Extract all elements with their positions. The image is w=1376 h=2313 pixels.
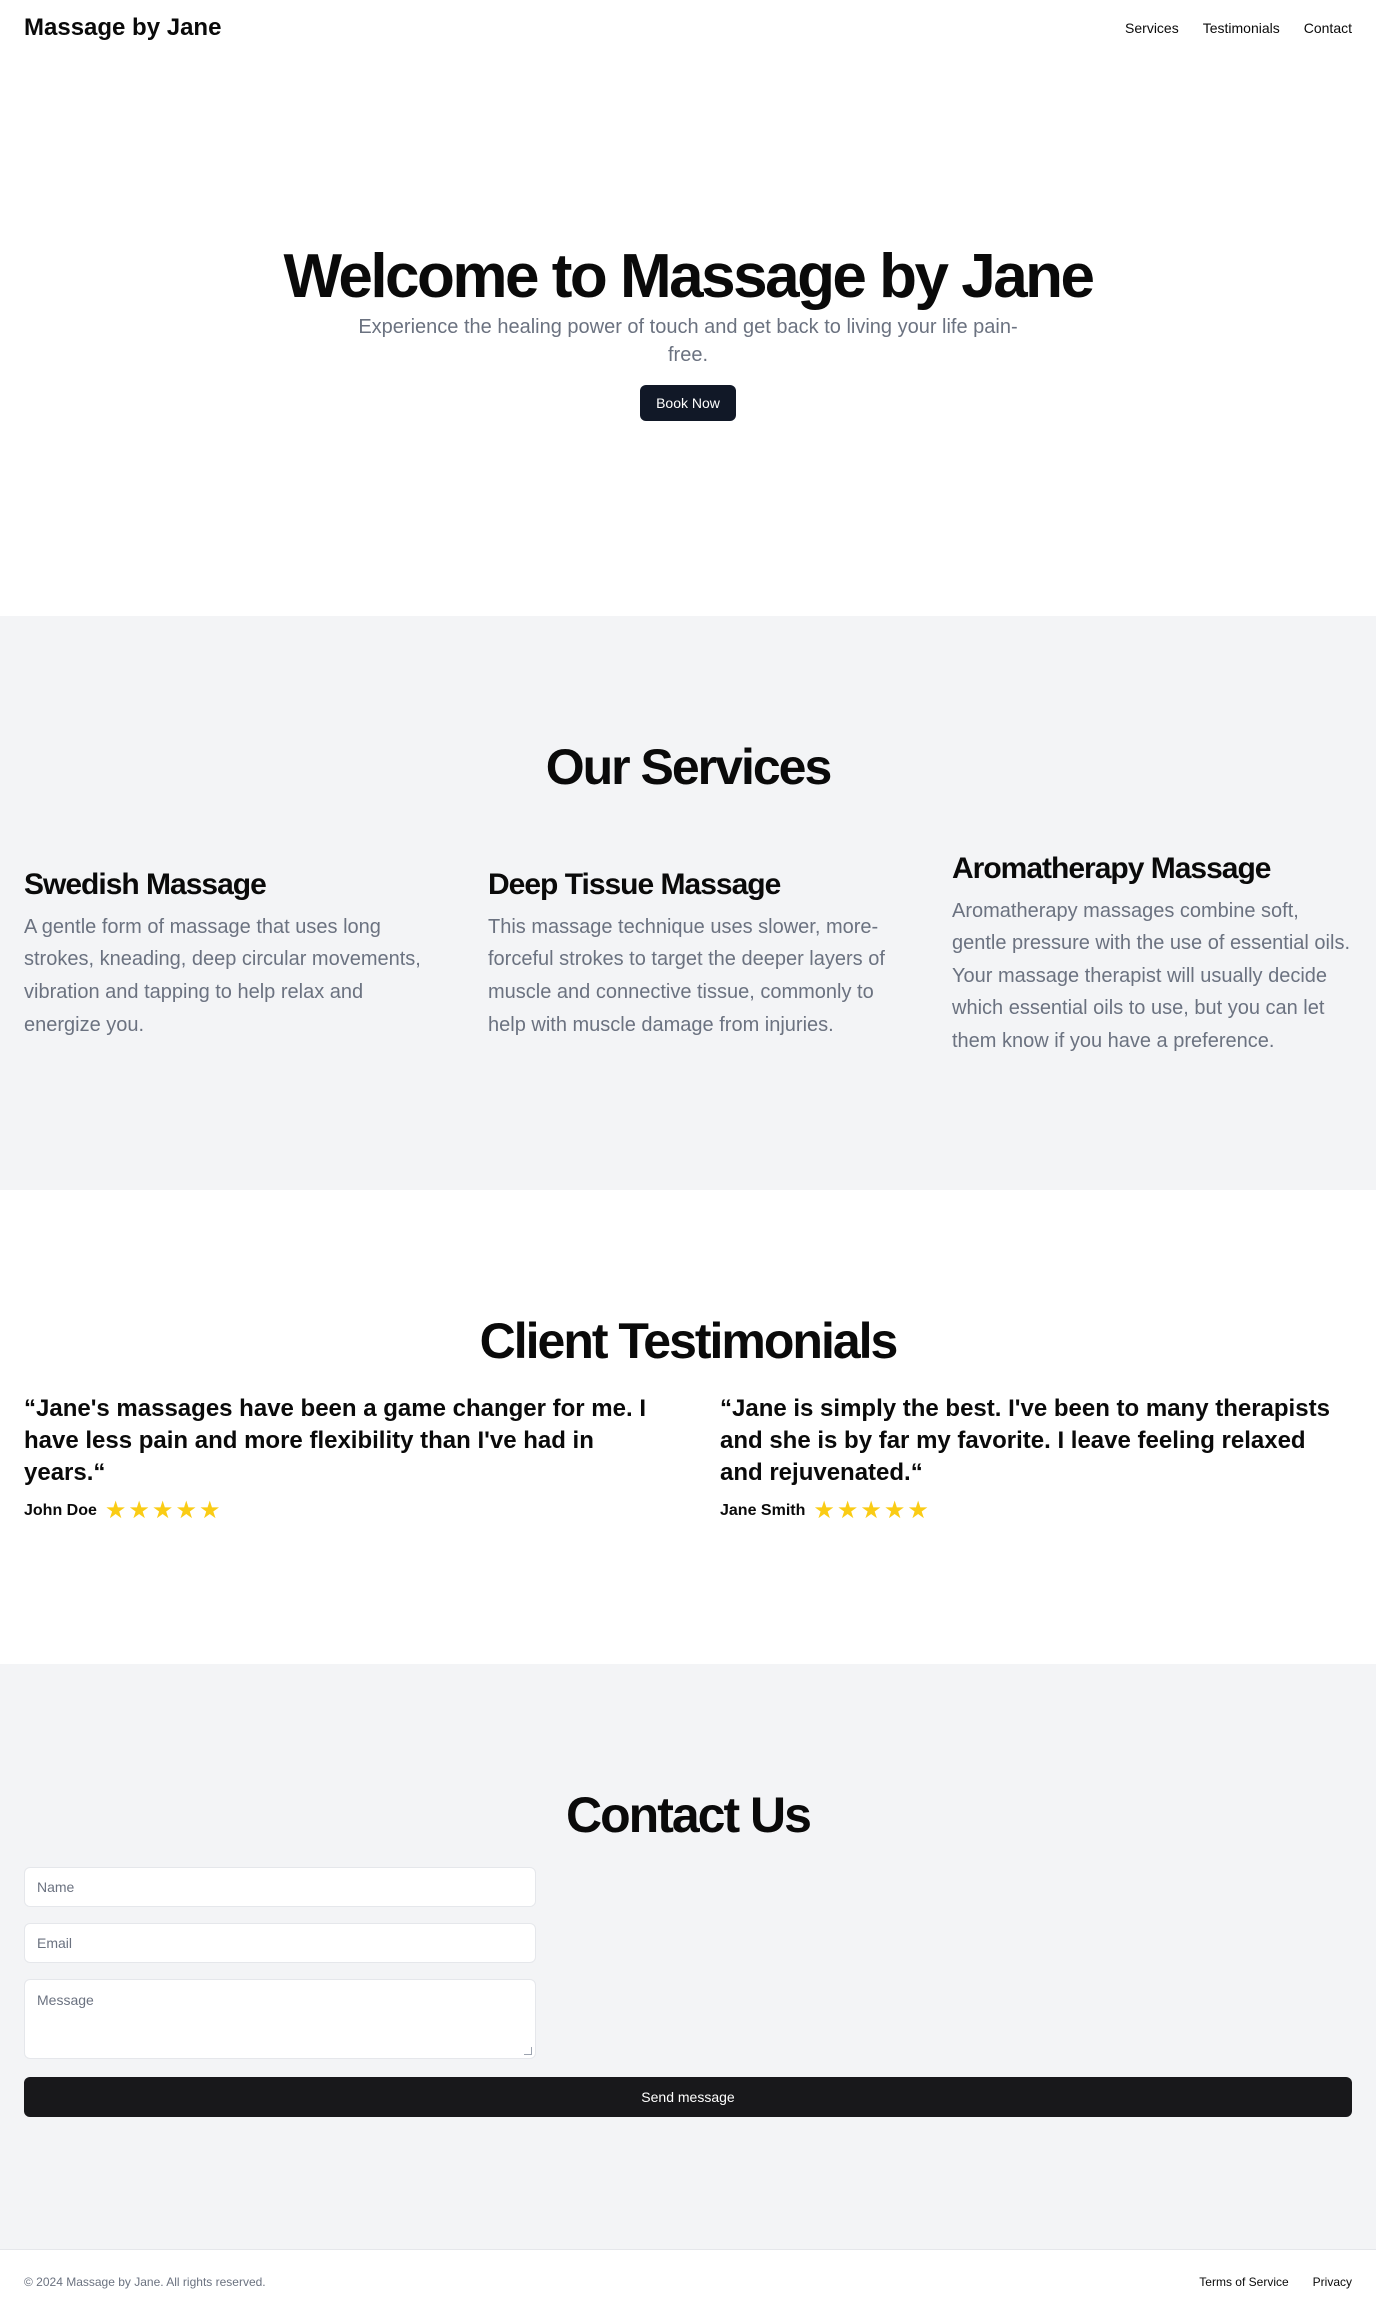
hero-title: Welcome to Massage by Jane [283,242,1095,311]
testimonials-title: Client Testimonials [479,1313,899,1369]
services-title: Our Services [545,739,833,795]
book-now-button[interactable]: Book Now [640,385,736,422]
send-message-button[interactable]: Send message [24,2077,1352,2117]
nav-testimonials[interactable]: Testimonials [1203,20,1280,36]
service-description: Aromatherapy massages combine soft, gent… [952,899,1350,1052]
resize-handle-icon[interactable] [524,2047,532,2055]
services-grid: Swedish Massage A gentle form of massage… [24,819,1352,1089]
terms-link[interactable]: Terms of Service [1199,2275,1288,2289]
testimonial-author: Jane Smith [720,1502,806,1519]
testimonial-author: John Doe [24,1502,97,1519]
star-icon: ★ [104,1497,127,1524]
testimonial-card: “Jane is simply the best. I've been to m… [720,1393,1352,1523]
star-rating: ★ ★ ★ ★ ★ [813,1499,929,1523]
brand-logo[interactable]: Massage by Jane [24,14,221,42]
testimonial-author-row: Jane Smith ★ ★ ★ ★ ★ [720,1499,1352,1523]
message-placeholder: Message [37,1992,94,2008]
star-icon: ★ [836,1497,859,1524]
service-name: Deep Tissue Massage [488,867,781,901]
hero-subtitle: Experience the healing power of touch an… [358,316,1018,367]
star-icon: ★ [813,1497,835,1524]
star-icon: ★ [907,1497,929,1524]
services-section: Our Services Swedish Massage A gentle fo… [0,616,1376,1190]
contact-form: Name Email Message Send message [24,1867,1352,2117]
email-field[interactable]: Email [24,1923,536,1963]
testimonial-quote: “Jane's massages have been a game change… [24,1395,646,1486]
contact-title: Contact Us [566,1787,812,1843]
main-nav: Services Testimonials Contact [1125,20,1352,36]
star-icon: ★ [198,1497,221,1524]
service-description: A gentle form of massage that uses long … [24,915,421,1036]
site-footer: © 2024 Massage by Jane. All rights reser… [0,2249,1376,2313]
star-icon: ★ [175,1497,197,1524]
star-icon: ★ [860,1497,882,1524]
star-icon: ★ [128,1497,150,1524]
service-card: Aromatherapy Massage Aromatherapy massag… [952,851,1352,1058]
testimonials-section: Client Testimonials “Jane's massages hav… [0,1190,1376,1664]
star-rating: ★ ★ ★ ★ ★ [105,1499,221,1523]
service-description: This massage technique uses slower, more… [488,915,885,1036]
service-name: Aromatherapy Massage [952,851,1271,885]
service-card: Deep Tissue Massage This massage techniq… [488,867,888,1041]
star-icon: ★ [151,1497,174,1524]
testimonials-grid: “Jane's massages have been a game change… [24,1393,1352,1523]
testimonial-quote: “Jane is simply the best. I've been to m… [720,1395,1330,1486]
hero-section: Welcome to Massage by Jane Experience th… [0,56,1376,616]
footer-links: Terms of Service Privacy [1199,2275,1352,2289]
service-name: Swedish Massage [24,867,267,901]
service-card: Swedish Massage A gentle form of massage… [24,867,424,1041]
star-icon: ★ [883,1497,906,1524]
copyright-text: © 2024 Massage by Jane. All rights reser… [24,2274,266,2289]
privacy-link[interactable]: Privacy [1313,2275,1352,2289]
nav-contact[interactable]: Contact [1304,20,1352,36]
contact-section: Contact Us Name Email Message Send messa… [0,1664,1376,2249]
site-header: Massage by Jane Services Testimonials Co… [0,0,1376,56]
nav-services[interactable]: Services [1125,20,1179,36]
testimonial-author-row: John Doe ★ ★ ★ ★ ★ [24,1499,656,1523]
name-field[interactable]: Name [24,1867,536,1907]
message-field[interactable]: Message [24,1979,536,2059]
testimonial-card: “Jane's massages have been a game change… [24,1393,656,1523]
